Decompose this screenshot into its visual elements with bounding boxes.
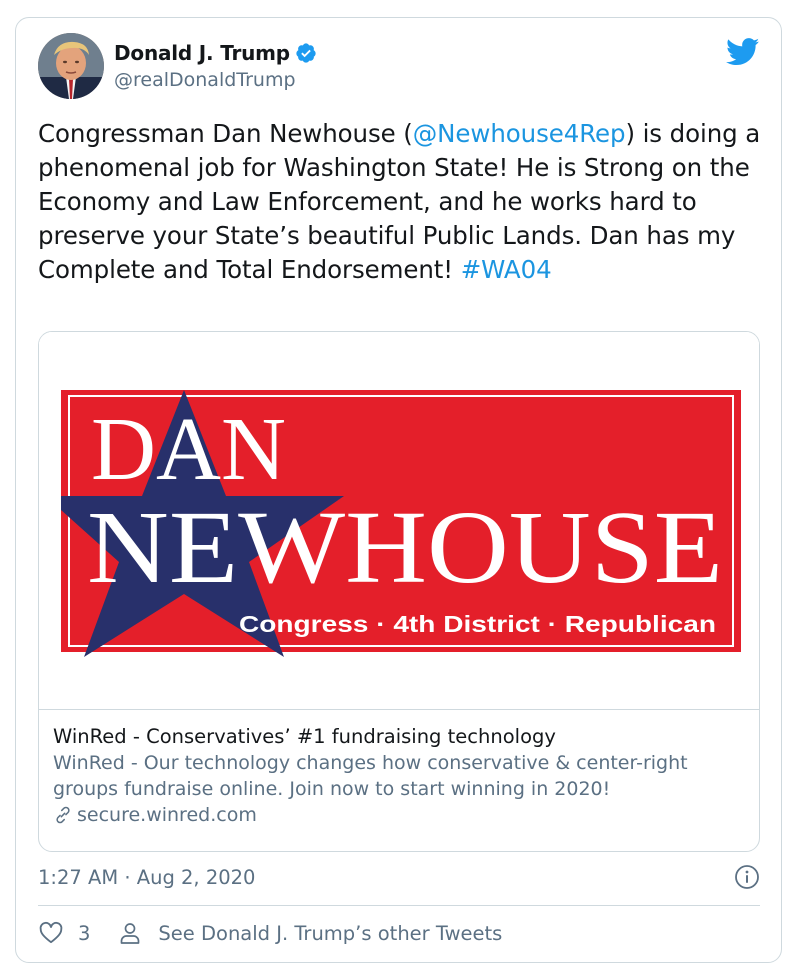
card-banner-image: DAN NEWHOUSE Congress · 4th District · R… [39,332,759,709]
person-outline-icon[interactable] [118,921,142,945]
card-divider [39,709,759,710]
card-description: WinRed - Our technology changes how cons… [53,752,688,800]
card-title[interactable]: WinRed - Conservatives’ #1 fundraising t… [53,724,753,750]
timestamp-row: 1:27 AM · Aug 2, 2020 [38,863,768,891]
verified-badge-icon [295,42,317,64]
like-count[interactable]: 3 [78,922,90,945]
display-name-row: Donald J. Trump [114,40,317,66]
see-other-tweets-link[interactable]: See Donald J. Trump’s other Tweets [158,922,502,945]
banner-line-2: NEWHOUSE [87,490,723,605]
banner-tagline: Congress · 4th District · Republican [239,611,716,637]
author-block[interactable]: Donald J. Trump @realDonaldTrump [114,40,317,91]
footer-actions: 3 See Donald J. Trump’s other Tweets [38,918,768,948]
timestamp[interactable]: 1:27 AM · Aug 2, 2020 [38,866,255,889]
heart-outline-icon[interactable] [38,920,64,946]
info-circle-icon[interactable] [733,863,761,891]
avatar[interactable] [38,33,104,99]
card-domain[interactable]: secure.winred.com [77,802,257,828]
link-preview-card[interactable]: DAN NEWHOUSE Congress · 4th District · R… [38,331,760,852]
mention-link[interactable]: @Newhouse4Rep [413,119,626,148]
link-chain-icon [53,805,73,825]
hashtag-link[interactable]: #WA04 [461,255,552,284]
tweet-card: Donald J. Trump @realDonaldTrump Congres… [15,17,782,963]
card-meta[interactable]: WinRed - Conservatives’ #1 fundraising t… [53,724,753,828]
handle[interactable]: @realDonaldTrump [114,69,317,91]
footer-divider [38,905,760,906]
tweet-text: Congressman Dan Newhouse (@Newhouse4Rep)… [38,117,768,287]
tweet-text-part-1: Congressman Dan Newhouse ( [38,119,413,148]
display-name[interactable]: Donald J. Trump [114,41,290,65]
avatar-image [38,33,104,99]
banner-line-1: DAN [91,400,286,499]
card-domain-row[interactable]: secure.winred.com [53,802,753,828]
twitter-bird-icon[interactable] [726,38,760,66]
